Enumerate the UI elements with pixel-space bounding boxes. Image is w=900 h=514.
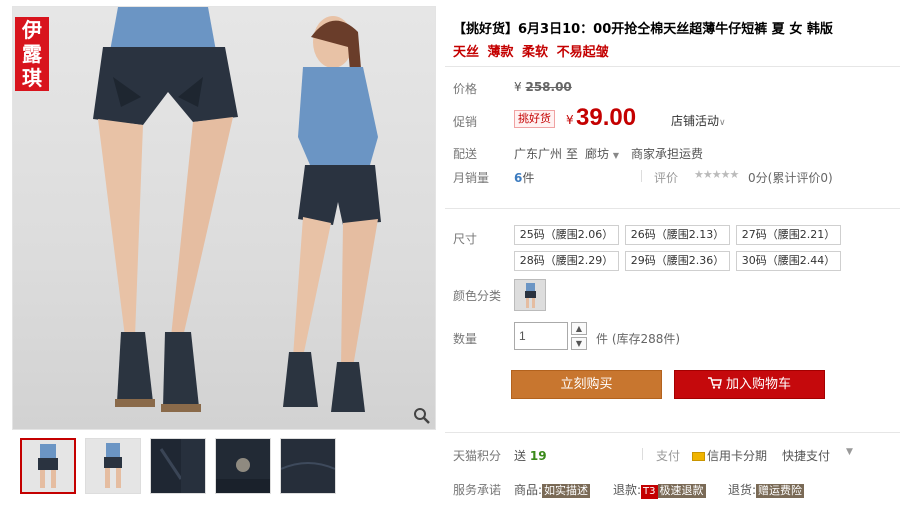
caret-down-icon[interactable]: ▼ bbox=[846, 447, 853, 457]
size-option[interactable]: 26码（腰围2.13） bbox=[625, 225, 730, 245]
rating-stars-icon: ★★★★★ bbox=[694, 168, 739, 181]
promo-badge: 挑好货 bbox=[514, 110, 555, 128]
divider bbox=[445, 432, 900, 433]
refund-label: 退款: bbox=[613, 483, 642, 497]
quick-pay[interactable]: 快捷支付 bbox=[782, 447, 830, 464]
rewards-label: 天猫积分 bbox=[453, 449, 502, 463]
cart-icon bbox=[707, 377, 722, 389]
shipping-to: 至 bbox=[566, 147, 579, 161]
promo-price: 39.00 bbox=[576, 104, 637, 131]
rating-link[interactable]: 0分(累计评价0) bbox=[748, 169, 833, 186]
thumbnail-3[interactable] bbox=[150, 438, 206, 494]
sales-count-wrap: 6件 bbox=[514, 169, 534, 186]
promo-currency: ¥ bbox=[566, 113, 574, 127]
buy-now-button[interactable]: 立刻购买 bbox=[511, 370, 662, 399]
service-label: 服务承诺 bbox=[453, 483, 502, 497]
size-option[interactable]: 30码（腰围2.44） bbox=[736, 251, 841, 271]
size-option[interactable]: 29码（腰围2.36） bbox=[625, 251, 730, 271]
color-label: 颜色分类 bbox=[453, 289, 502, 303]
refund-tag: 极速退款 bbox=[657, 484, 706, 498]
separator bbox=[642, 448, 643, 460]
promo-label: 促销 bbox=[453, 115, 478, 129]
brand-logo: 伊露琪 bbox=[15, 17, 49, 91]
color-swatch[interactable] bbox=[514, 279, 546, 311]
shipping-destination: 廊坊 bbox=[585, 147, 610, 161]
size-label: 尺寸 bbox=[453, 232, 478, 246]
stock-text: (库存288件) bbox=[611, 332, 681, 346]
goods-tag: 如实描述 bbox=[542, 484, 591, 498]
return-tag: 赠运费险 bbox=[756, 484, 805, 498]
original-price-value: 258.00 bbox=[525, 80, 572, 94]
quantity-input[interactable] bbox=[514, 322, 568, 350]
original-price: ¥ 258.00 bbox=[514, 80, 572, 94]
credit-installment[interactable]: 信用卡分期 bbox=[692, 447, 767, 464]
price-label: 价格 bbox=[453, 82, 478, 96]
size-option[interactable]: 28码（腰围2.29） bbox=[514, 251, 619, 271]
goods-label: 商品: bbox=[514, 483, 543, 497]
shipping-destination-select[interactable]: 廊坊 ▼ bbox=[585, 145, 619, 162]
store-activity-dropdown[interactable]: 店铺活动∨ bbox=[671, 112, 726, 129]
shipping-fee: 商家承担运费 bbox=[631, 147, 704, 161]
add-to-cart-button[interactable]: 加入购物车 bbox=[674, 370, 825, 399]
size-option[interactable]: 25码（腰围2.06） bbox=[514, 225, 619, 245]
return-label: 退货: bbox=[728, 483, 757, 497]
sales-label: 月销量 bbox=[453, 171, 490, 185]
credit-card-icon bbox=[692, 452, 705, 461]
thumbnail-5[interactable] bbox=[280, 438, 336, 494]
thumbnail-2[interactable] bbox=[85, 438, 141, 494]
pay-label: 支付 bbox=[656, 449, 681, 463]
main-product-image[interactable]: 伊露琪 bbox=[12, 6, 436, 430]
sales-unit: 件 bbox=[522, 171, 535, 185]
original-price-currency: ¥ bbox=[514, 80, 522, 94]
quantity-label: 数量 bbox=[453, 332, 478, 346]
store-activity-label: 店铺活动 bbox=[671, 114, 720, 128]
chevron-down-icon: ∨ bbox=[719, 118, 726, 128]
service-goods: 商品: 如实描述 bbox=[514, 481, 591, 498]
rating-label: 评价 bbox=[654, 171, 679, 185]
separator bbox=[641, 170, 642, 182]
product-subtitle: 天丝 薄款 柔软 不易起皱 bbox=[453, 45, 609, 60]
quantity-decrement-button[interactable]: ▼ bbox=[571, 337, 587, 350]
divider bbox=[445, 208, 900, 209]
quantity-increment-button[interactable]: ▲ bbox=[571, 322, 587, 335]
divider bbox=[445, 66, 900, 67]
rewards-give: 送 bbox=[514, 449, 527, 463]
credit-installment-label: 信用卡分期 bbox=[707, 449, 768, 463]
shipping-origin: 广东广州 bbox=[514, 147, 563, 161]
service-refund: 退款: T3 极速退款 bbox=[613, 481, 706, 499]
thumbnail-4[interactable] bbox=[215, 438, 271, 494]
service-return: 退货: 赠运费险 bbox=[728, 481, 805, 498]
rewards-points-wrap: 送 19 bbox=[514, 447, 547, 464]
refund-tag-prefix: T3 bbox=[641, 485, 658, 499]
add-to-cart-label: 加入购物车 bbox=[725, 377, 791, 392]
thumbnail-1[interactable] bbox=[20, 438, 76, 494]
product-title: 【挑好货】6月3日10：00开抢仝棉天丝超薄牛仔短裤 夏 女 韩版 bbox=[453, 22, 833, 37]
quantity-unit: 件 bbox=[596, 332, 609, 346]
rewards-points: 19 bbox=[529, 449, 547, 463]
zoom-icon[interactable] bbox=[413, 407, 431, 425]
quantity-stock-wrap: 件 (库存288件) bbox=[596, 330, 680, 347]
size-option[interactable]: 27码（腰围2.21） bbox=[736, 225, 841, 245]
shipping-label: 配送 bbox=[453, 147, 478, 161]
product-photo-illustration bbox=[93, 7, 381, 412]
caret-down-icon: ▼ bbox=[612, 151, 619, 160]
